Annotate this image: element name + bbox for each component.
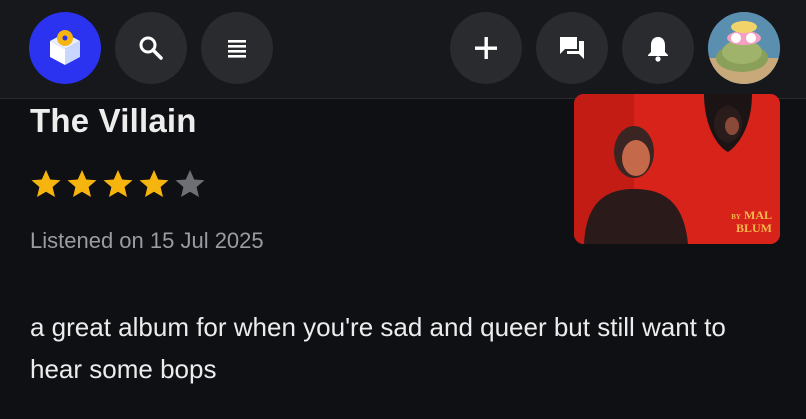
search-icon bbox=[139, 36, 163, 60]
add-button[interactable] bbox=[450, 12, 522, 84]
notifications-button[interactable] bbox=[622, 12, 694, 84]
star-icon-filled bbox=[31, 170, 61, 197]
bell-icon bbox=[648, 37, 668, 62]
album-title[interactable]: The Villain bbox=[30, 102, 197, 140]
plus-icon bbox=[475, 37, 497, 59]
review-text: a great album for when you're sad and qu… bbox=[30, 312, 726, 384]
star-icon-filled bbox=[67, 170, 97, 197]
album-cover-artist: BY MAL BLUM bbox=[731, 208, 772, 235]
user-avatar[interactable] bbox=[708, 12, 780, 84]
menu-list-icon bbox=[228, 40, 246, 58]
top-navigation-bar bbox=[0, 0, 806, 99]
menu-button[interactable] bbox=[201, 12, 273, 84]
chat-icon bbox=[560, 37, 584, 59]
listened-date: Listened on 15 Jul 2025 bbox=[30, 228, 264, 253]
logo-button[interactable] bbox=[29, 12, 101, 84]
star-icon-filled bbox=[103, 170, 133, 197]
record-box-logo-icon bbox=[50, 30, 80, 65]
messages-button[interactable] bbox=[536, 12, 608, 84]
search-button[interactable] bbox=[115, 12, 187, 84]
star-icon-filled bbox=[139, 170, 169, 197]
star-rating bbox=[30, 168, 206, 200]
avatar-image bbox=[708, 12, 780, 84]
album-cover[interactable]: BY MAL BLUM bbox=[574, 94, 780, 244]
star-icon-empty bbox=[175, 170, 205, 197]
